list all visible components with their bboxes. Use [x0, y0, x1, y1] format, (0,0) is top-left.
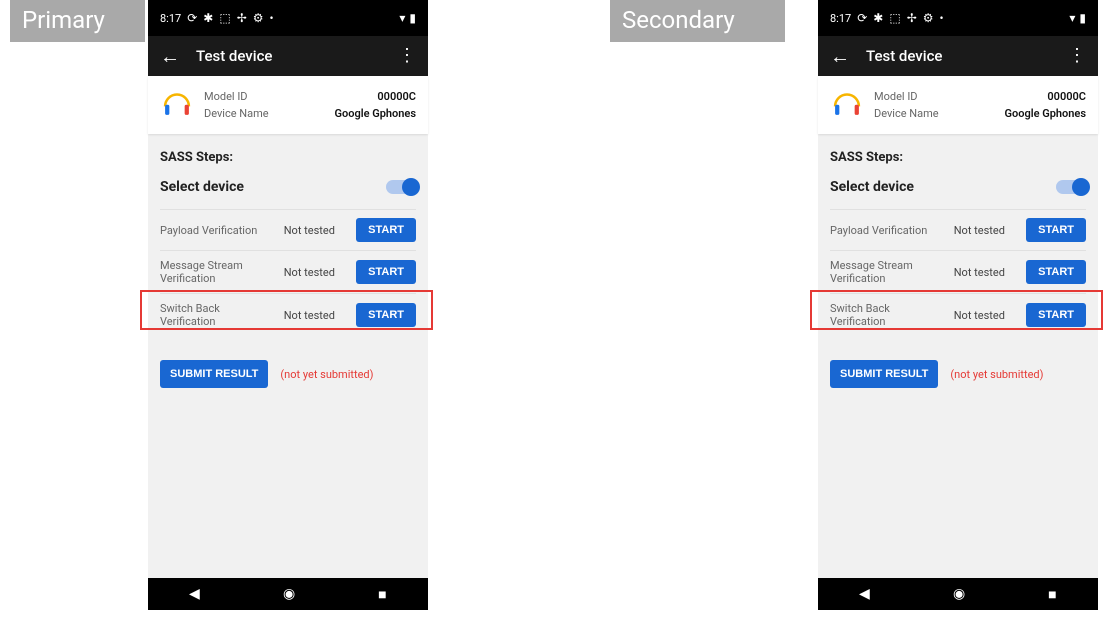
- phone-primary: 8:17 ⟳ ✱ ⬚ ✢ ⚙ • ▾ ▮ ← Test device ⋮ Mod…: [148, 0, 428, 610]
- select-device-label: Select device: [160, 179, 244, 195]
- test-name: Switch Back Verification: [830, 302, 954, 328]
- app-bar: ← Test device ⋮: [818, 36, 1098, 76]
- test-status: Not tested: [954, 224, 1026, 237]
- nav-home-icon[interactable]: ◉: [953, 586, 965, 602]
- start-button[interactable]: START: [356, 260, 416, 284]
- nav-back-icon[interactable]: ▶: [189, 586, 200, 602]
- status-gear-icon: ⚙: [253, 12, 264, 24]
- status-dot-icon: •: [940, 12, 944, 24]
- select-device-label: Select device: [830, 179, 914, 195]
- nav-home-icon[interactable]: ◉: [283, 586, 295, 602]
- battery-icon: ▮: [1079, 12, 1086, 24]
- more-icon[interactable]: ⋮: [1068, 47, 1086, 65]
- app-title: Test device: [866, 47, 1068, 65]
- status-gear-icon: ⚙: [923, 12, 934, 24]
- test-row: Switch Back Verification Not tested STAR…: [830, 293, 1086, 336]
- status-icon: ⬚: [219, 12, 230, 24]
- sass-steps-title: SASS Steps:: [160, 150, 416, 165]
- status-bar: 8:17 ⟳ ✱ ⬚ ✢ ⚙ • ▾ ▮: [148, 0, 428, 36]
- headphones-icon: [830, 86, 864, 124]
- sass-steps-title: SASS Steps:: [830, 150, 1086, 165]
- status-icon: ✱: [873, 12, 883, 24]
- select-device-toggle[interactable]: [1056, 180, 1086, 194]
- start-button[interactable]: START: [356, 303, 416, 327]
- device-name-value: Google Gphones: [335, 107, 417, 120]
- start-button[interactable]: START: [356, 218, 416, 242]
- test-name: Message Stream Verification: [160, 259, 284, 285]
- model-id-value: 00000C: [377, 90, 416, 103]
- status-icon: ⟳: [187, 12, 197, 24]
- test-row: Message Stream Verification Not tested S…: [830, 250, 1086, 293]
- status-time: 8:17: [160, 12, 181, 25]
- device-name-label: Device Name: [204, 107, 269, 120]
- headphones-icon: [160, 86, 194, 124]
- submit-status: (not yet submitted): [280, 368, 373, 381]
- status-dot-icon: •: [270, 12, 274, 24]
- test-name: Message Stream Verification: [830, 259, 954, 285]
- model-id-label: Model ID: [204, 90, 248, 103]
- status-icon: ✱: [203, 12, 213, 24]
- start-button[interactable]: START: [1026, 260, 1086, 284]
- test-status: Not tested: [284, 266, 356, 279]
- status-icon: ⟳: [857, 12, 867, 24]
- battery-icon: ▮: [409, 12, 416, 24]
- status-icon: ⬚: [889, 12, 900, 24]
- start-button[interactable]: START: [1026, 303, 1086, 327]
- more-icon[interactable]: ⋮: [398, 47, 416, 65]
- wifi-icon: ▾: [1069, 12, 1075, 24]
- test-row: Message Stream Verification Not tested S…: [160, 250, 416, 293]
- nav-bar: ▶ ◉ ■: [148, 578, 428, 610]
- test-status: Not tested: [954, 309, 1026, 322]
- test-status: Not tested: [284, 224, 356, 237]
- phone-secondary: 8:17 ⟳ ✱ ⬚ ✢ ⚙ • ▾ ▮ ← Test device ⋮ Mod…: [818, 0, 1098, 610]
- device-card: Model ID 00000C Device Name Google Gphon…: [818, 76, 1098, 134]
- submit-result-button[interactable]: SUBMIT RESULT: [160, 360, 268, 388]
- submit-status: (not yet submitted): [950, 368, 1043, 381]
- test-row: Payload Verification Not tested START: [160, 209, 416, 250]
- nav-bar: ▶ ◉ ■: [818, 578, 1098, 610]
- app-bar: ← Test device ⋮: [148, 36, 428, 76]
- back-icon[interactable]: ←: [830, 46, 850, 66]
- nav-recent-icon[interactable]: ■: [1048, 586, 1056, 603]
- device-name-label: Device Name: [874, 107, 939, 120]
- test-status: Not tested: [954, 266, 1026, 279]
- test-name: Payload Verification: [830, 224, 954, 237]
- model-id-label: Model ID: [874, 90, 918, 103]
- select-device-toggle[interactable]: [386, 180, 416, 194]
- nav-back-icon[interactable]: ▶: [859, 586, 870, 602]
- status-icon: ✢: [907, 12, 917, 24]
- device-card: Model ID 00000C Device Name Google Gphon…: [148, 76, 428, 134]
- start-button[interactable]: START: [1026, 218, 1086, 242]
- secondary-label: Secondary: [610, 0, 785, 42]
- test-row: Payload Verification Not tested START: [830, 209, 1086, 250]
- wifi-icon: ▾: [399, 12, 405, 24]
- nav-recent-icon[interactable]: ■: [378, 586, 386, 603]
- model-id-value: 00000C: [1047, 90, 1086, 103]
- test-name: Payload Verification: [160, 224, 284, 237]
- app-title: Test device: [196, 47, 398, 65]
- status-time: 8:17: [830, 12, 851, 25]
- primary-label: Primary: [10, 0, 145, 42]
- back-icon[interactable]: ←: [160, 46, 180, 66]
- device-name-value: Google Gphones: [1005, 107, 1087, 120]
- test-name: Switch Back Verification: [160, 302, 284, 328]
- submit-result-button[interactable]: SUBMIT RESULT: [830, 360, 938, 388]
- status-bar: 8:17 ⟳ ✱ ⬚ ✢ ⚙ • ▾ ▮: [818, 0, 1098, 36]
- status-icon: ✢: [237, 12, 247, 24]
- test-row: Switch Back Verification Not tested STAR…: [160, 293, 416, 336]
- test-status: Not tested: [284, 309, 356, 322]
